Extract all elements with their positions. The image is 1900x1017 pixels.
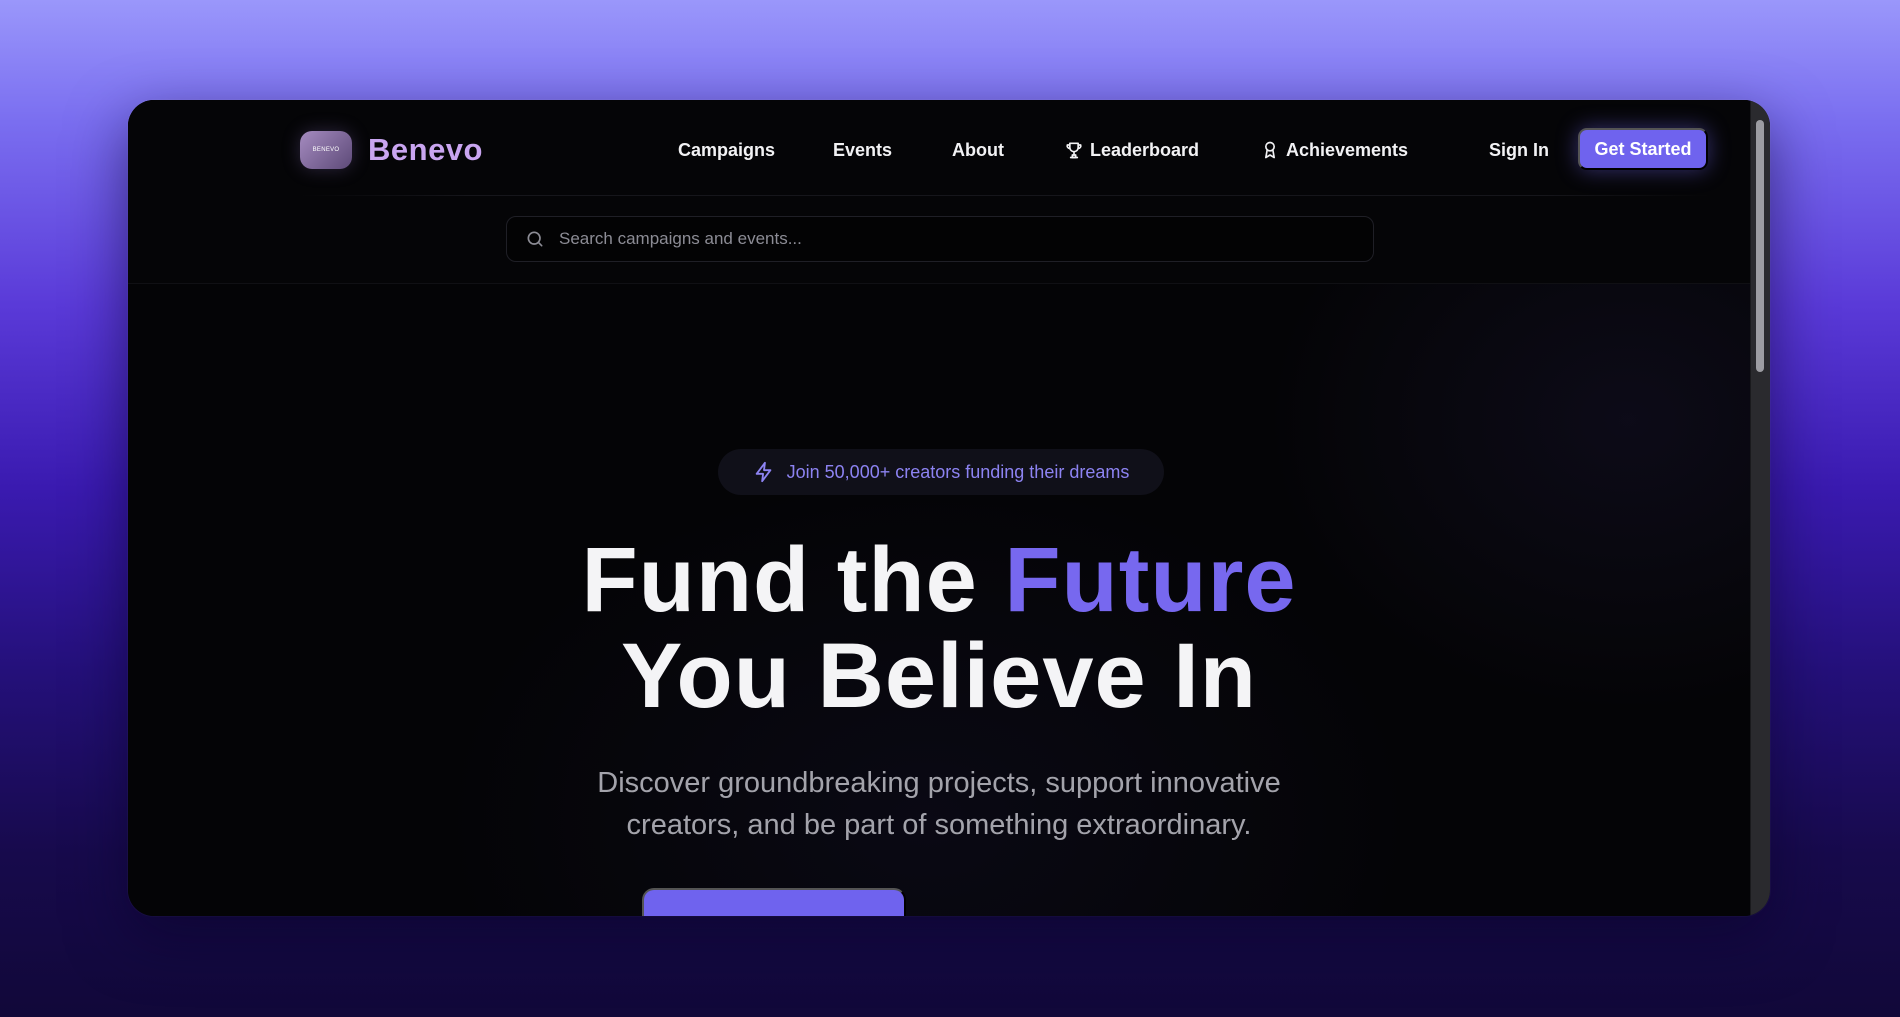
headline-part1: Fund the [581, 529, 1005, 631]
nav-events-label: Events [833, 139, 893, 160]
sign-in-link[interactable]: Sign In [1489, 140, 1549, 161]
subtitle-line1: Discover groundbreaking projects, suppor… [597, 767, 1281, 799]
nav-achievements-label: Achievements [1286, 139, 1409, 160]
page-content: BENEVO Benevo Campaigns Events About Lea… [128, 100, 1750, 916]
lightning-icon [755, 461, 771, 483]
search-bar[interactable] [506, 216, 1374, 262]
headline-accent: Future [1004, 529, 1297, 631]
brand-name[interactable]: Benevo [368, 132, 483, 168]
hero-subtitle: Discover groundbreaking projects, suppor… [128, 762, 1750, 846]
subtitle-line2: creators, and be part of something extra… [626, 809, 1252, 841]
nav-divider [300, 195, 1710, 196]
headline-line2: You Believe In [620, 625, 1258, 727]
nav-leaderboard[interactable]: Leaderboard [1064, 140, 1199, 161]
hero-headline: Fund the Future You Believe In [128, 532, 1750, 724]
hero-badge-text: Join 50,000+ creators funding their drea… [786, 461, 1130, 482]
nav-campaigns[interactable]: Campaigns [678, 140, 775, 161]
trophy-icon [1066, 142, 1082, 159]
top-nav: BENEVO Benevo Campaigns Events About Lea… [300, 122, 1710, 178]
scrollbar-thumb[interactable] [1756, 120, 1764, 372]
award-icon [1265, 141, 1275, 159]
search-icon [527, 231, 543, 247]
scrollbar[interactable] [1750, 100, 1770, 916]
browser-window: BENEVO Benevo Campaigns Events About Lea… [128, 100, 1770, 916]
nav-achievements[interactable]: Achievements [1260, 140, 1408, 161]
logo-text: BENEVO [312, 147, 340, 153]
search-input[interactable] [559, 229, 1319, 249]
nav-events[interactable]: Events [833, 140, 892, 161]
hero-badge: Join 50,000+ creators funding their drea… [718, 449, 1164, 495]
nav-leaderboard-label: Leaderboard [1090, 139, 1200, 160]
nav-about-label: About [952, 139, 1004, 160]
nav-about[interactable]: About [952, 140, 1004, 161]
hero-primary-button[interactable] [642, 888, 906, 916]
nav-campaigns-label: Campaigns [678, 139, 776, 160]
site-header: BENEVO Benevo Campaigns Events About Lea… [128, 100, 1750, 284]
logo[interactable]: BENEVO [300, 131, 352, 169]
get-started-button[interactable]: Get Started [1578, 128, 1708, 170]
